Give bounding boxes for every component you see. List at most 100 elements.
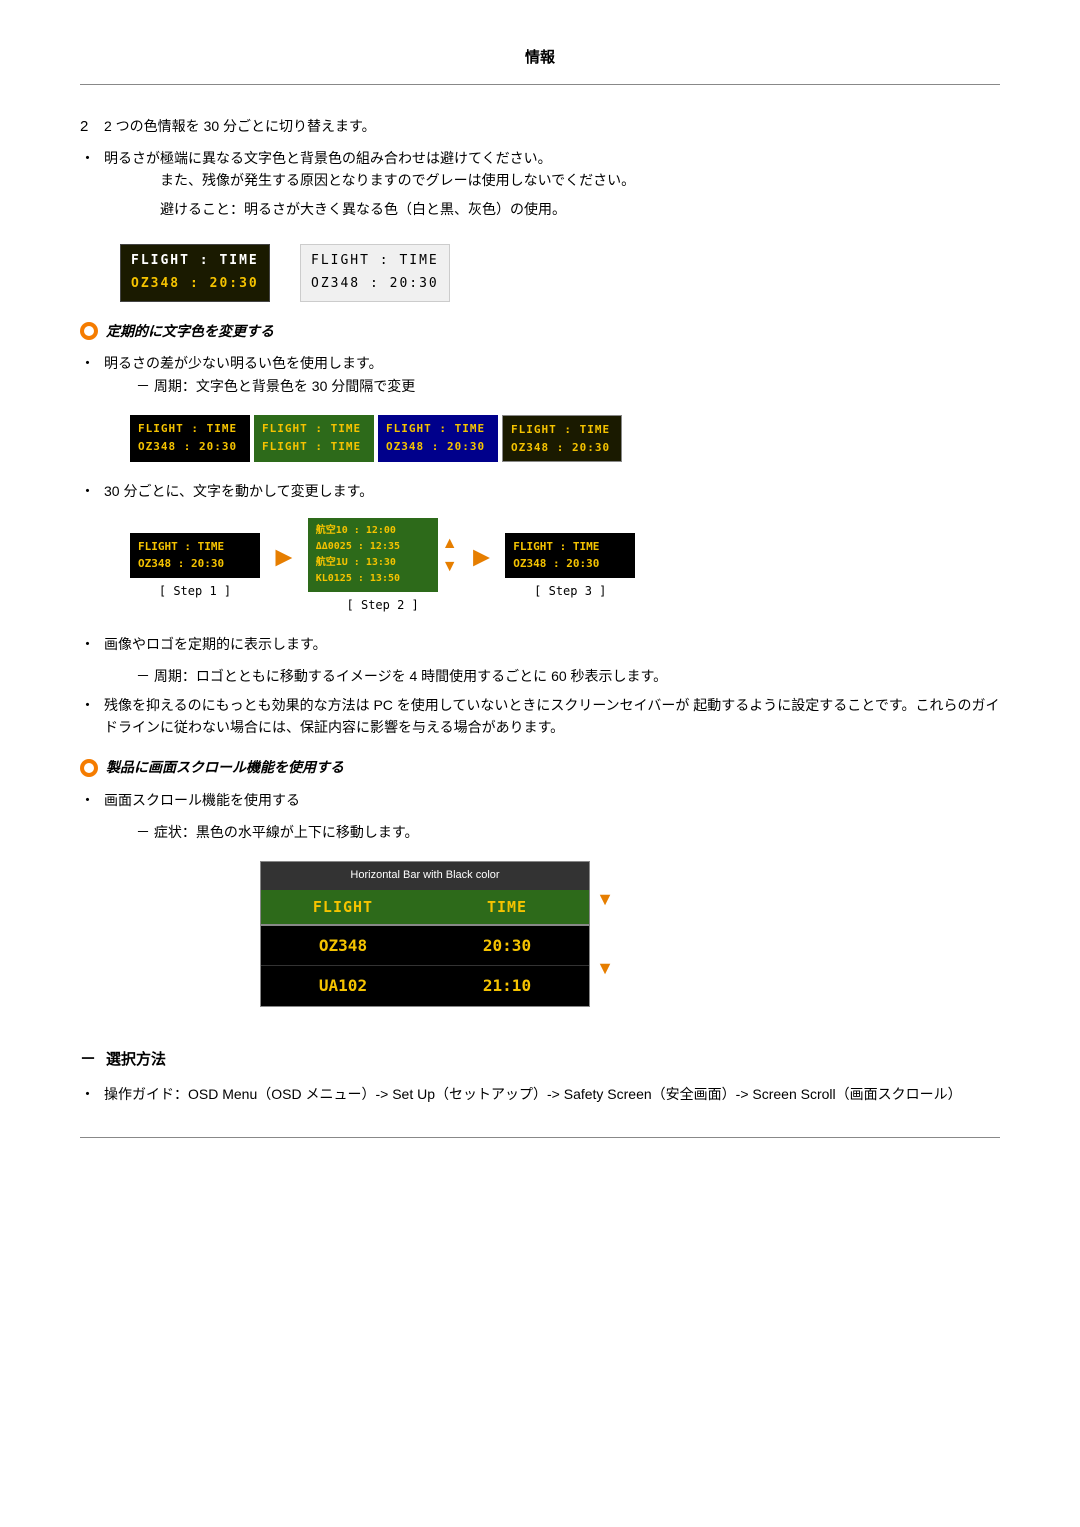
section-periodic-color: 定期的に文字色を変更する ・ 明るさの差が少ない明るい色を使用します。 － 周期… [80, 320, 1000, 462]
step2-display-row: 航空10 : 12:00 ΔΔ0025 : 12:35 航空1U : 13:30… [308, 518, 458, 592]
step2-arrow-down-icon: ▼ [442, 557, 458, 576]
flight-header-dark: FLIGHT : TIME [131, 251, 259, 272]
section4-sub1: － 周期：ロゴとともに移動するイメージを 4 時間使用するごとに 60 秒表示し… [136, 665, 1000, 687]
scroll-header-left: FLIGHT [261, 890, 425, 924]
bullet-text-1: 明るさが極端に異なる文字色と背景色の組み合わせは避けてください。 また、残像が発… [104, 147, 1000, 226]
scroll-arrow-down-2-icon: ▼ [596, 954, 614, 983]
flight-data-dark: OZ348 : 20:30 [131, 274, 259, 295]
step-box-2: 航空10 : 12:00 ΔΔ0025 : 12:35 航空1U : 13:30… [308, 518, 458, 615]
section3-bullet: ・ 30 分ごとに、文字を動かして変更します。 [80, 480, 1000, 504]
scroll-arrows-col: ▼ ▼ [590, 861, 620, 1007]
scroll-data-row1: OZ348 20:30 [261, 924, 589, 966]
section3-text: 30 分ごとに、文字を動かして変更します。 [104, 480, 1000, 502]
section-intro: 2 2 つの色情報を 30 分ごとに切り替えます。 ・ 明るさが極端に異なる文字… [80, 115, 1000, 226]
step3-display: FLIGHT : TIME OZ348 : 20:30 [505, 533, 635, 578]
step2-row4: KL0125 : 13:50 [316, 571, 430, 587]
scroll-data-row2-right: 21:10 [425, 966, 589, 1006]
scroll-arrow-down-1-icon: ▼ [596, 885, 614, 914]
bullet-sub-text2: また、残像が発生する原因となりますのでグレーは使用しないでください。 [160, 169, 1000, 191]
section5-header: 製品に画面スクロール機能を使用する [80, 756, 1000, 778]
section-selection: － 選択方法 ・ 操作ガイド：OSD Menu（OSD メニュー）-> Set … [80, 1047, 1000, 1107]
color-boxes-row: FLIGHT : TIME OZ348 : 20:30 FLIGHT : TIM… [130, 415, 1000, 462]
flight-header-light: FLIGHT : TIME [311, 251, 439, 272]
bullet-dot-3: ・ [80, 480, 104, 504]
section5-sub-text: － 症状：黒色の水平線が上下に移動します。 [136, 824, 419, 840]
section2-bullet-text: 明るさの差が少ない明るい色を使用します。 － 周期：文字色と背景色を 30 分間… [104, 352, 1000, 401]
section5-text1: 画面スクロール機能を使用する [104, 789, 1000, 811]
bullet-dot-7: ・ [80, 1083, 104, 1107]
step-box-1: FLIGHT : TIME OZ348 : 20:30 [ Step 1 ] [130, 533, 260, 601]
selection-header: － 選択方法 [80, 1047, 1000, 1073]
color-box-4: FLIGHT : TIME OZ348 : 20:30 [502, 415, 622, 462]
step1-header: FLIGHT : TIME [138, 538, 252, 556]
color-box-2-header: FLIGHT : TIME [262, 420, 366, 438]
selection-bullet: ・ 操作ガイド：OSD Menu（OSD メニュー）-> Set Up（セットア… [80, 1083, 1000, 1107]
selection-guide-text: 操作ガイド：OSD Menu（OSD メニュー）-> Set Up（セットアップ… [104, 1083, 1000, 1105]
color-box-3: FLIGHT : TIME OZ348 : 20:30 [378, 415, 498, 462]
section4-bullet1: ・ 画像やロゴを定期的に表示します。 [80, 633, 1000, 657]
color-box-2: FLIGHT : TIME FLIGHT : TIME [254, 415, 374, 462]
step2-arrow-up-icon: ▲ [442, 534, 458, 553]
color-box-4-data: OZ348 : 20:30 [511, 439, 613, 457]
selection-title: 選択方法 [106, 1048, 166, 1072]
color-box-4-header: FLIGHT : TIME [511, 421, 613, 439]
step3-data: OZ348 : 20:30 [513, 555, 627, 573]
orange-dot-icon [80, 322, 98, 340]
section2-sub1: － 周期：文字色と背景色を 30 分間隔で変更 [136, 375, 1000, 397]
scroll-diagram-row: Horizontal Bar with Black color FLIGHT T… [260, 861, 620, 1007]
step1-label: [ Step 1 ] [159, 582, 231, 601]
display-row-1: FLIGHT : TIME OZ348 : 20:30 FLIGHT : TIM… [120, 244, 1000, 302]
color-box-3-header: FLIGHT : TIME [386, 420, 490, 438]
arrow-1: ► [270, 535, 298, 598]
page-container: 情報 2 2 つの色情報を 30 分ごとに切り替えます。 ・ 明るさが極端に異な… [0, 0, 1080, 1198]
bullet-dot-4: ・ [80, 633, 104, 657]
step3-label: [ Step 3 ] [534, 582, 606, 601]
number-2: 2 [80, 115, 104, 139]
section-header-orange: 定期的に文字色を変更する [80, 320, 1000, 342]
color-box-2-data: FLIGHT : TIME [262, 438, 366, 456]
bullet-bright-combo: ・ 明るさが極端に異なる文字色と背景色の組み合わせは避けてください。 また、残像… [80, 147, 1000, 226]
section4-text1: 画像やロゴを定期的に表示します。 [104, 633, 1000, 655]
scroll-header-right: TIME [425, 890, 589, 924]
step1-display: FLIGHT : TIME OZ348 : 20:30 [130, 533, 260, 578]
section5-bullet1: ・ 画面スクロール機能を使用する [80, 789, 1000, 813]
bottom-rule [80, 1137, 1000, 1138]
color-box-1-data: OZ348 : 20:30 [138, 438, 242, 456]
bullet-dot-5: ・ [80, 694, 104, 718]
bullet-sub-text1: 明るさが極端に異なる文字色と背景色の組み合わせは避けてください。 [104, 147, 1000, 169]
section4-sub-text: － 周期：ロゴとともに移動するイメージを 4 時間使用するごとに 60 秒表示し… [136, 668, 667, 684]
flight-display-light: FLIGHT : TIME OZ348 : 20:30 [300, 244, 450, 302]
arrow-2: ► [468, 535, 496, 598]
scroll-main-box: Horizontal Bar with Black color FLIGHT T… [260, 861, 590, 1007]
scroll-header-row: FLIGHT TIME [261, 890, 589, 924]
arrow-right-icon-2: ► [468, 535, 496, 580]
step3-header: FLIGHT : TIME [513, 538, 627, 556]
step1-data: OZ348 : 20:30 [138, 555, 252, 573]
scroll-data-row1-right: 20:30 [425, 926, 589, 966]
bullet-dot-6: ・ [80, 789, 104, 813]
dash-icon: － [80, 1047, 96, 1073]
color-box-3-data: OZ348 : 20:30 [386, 438, 490, 456]
orange-dot-2-inner [84, 763, 94, 773]
section2-main-text: 明るさの差が少ない明るい色を使用します。 [104, 352, 1000, 374]
orange-dot-inner [84, 326, 94, 336]
section2-sub-text: － 周期：文字色と背景色を 30 分間隔で変更 [136, 375, 415, 397]
bullet-sub-text3: 避けること：明るさが大きく異なる色（白と黒、灰色）の使用。 [160, 198, 1000, 220]
section4-text2: 残像を抑えるのにもっとも効果的な方法は PC を使用していないときにスクリーンセ… [104, 694, 1000, 739]
section5-sub1: － 症状：黒色の水平線が上下に移動します。 [136, 821, 1000, 843]
orange-dot-2-icon [80, 759, 98, 777]
arrow-right-icon-1: ► [270, 535, 298, 580]
intro-line1: 2 2 つの色情報を 30 分ごとに切り替えます。 [80, 115, 1000, 139]
section-screen-scroll: 製品に画面スクロール機能を使用する ・ 画面スクロール機能を使用する － 症状：… [80, 756, 1000, 1007]
scroll-data-row2-left: UA102 [261, 966, 425, 1006]
scroll-data-row2: UA102 21:10 [261, 965, 589, 1006]
intro-text1: 2 つの色情報を 30 分ごとに切り替えます。 [104, 115, 1000, 137]
color-box-1-header: FLIGHT : TIME [138, 420, 242, 438]
section-image-logo: ・ 画像やロゴを定期的に表示します。 － 周期：ロゴとともに移動するイメージを … [80, 633, 1000, 738]
step2-label: [ Step 2 ] [347, 596, 419, 615]
step2-row1: 航空10 : 12:00 [316, 523, 430, 539]
flight-display-dark: FLIGHT : TIME OZ348 : 20:30 [120, 244, 270, 302]
section2-bullet1: ・ 明るさの差が少ない明るい色を使用します。 － 周期：文字色と背景色を 30 … [80, 352, 1000, 401]
section5-header-text: 製品に画面スクロール機能を使用する [106, 756, 344, 778]
section-move-text: ・ 30 分ごとに、文字を動かして変更します。 FLIGHT : TIME OZ… [80, 480, 1000, 615]
